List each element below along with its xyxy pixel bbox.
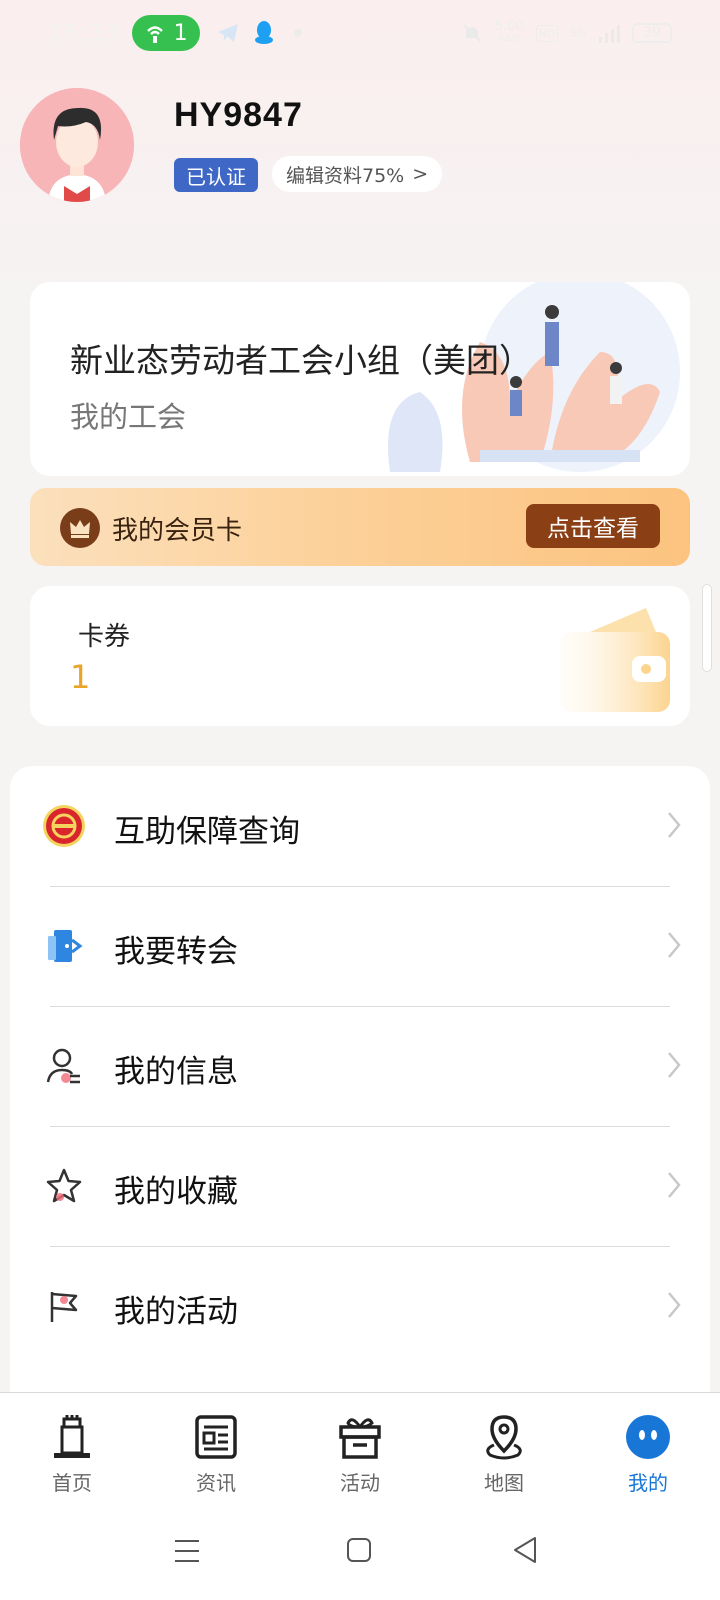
avatar[interactable]	[20, 88, 134, 202]
union-card[interactable]: 新业态劳动者工会小组（美团） 我的工会	[30, 282, 690, 476]
hotspot-icon	[146, 26, 163, 43]
menu-item-my-info[interactable]: 我的信息	[10, 1006, 710, 1127]
nav-item-map[interactable]: 地图	[444, 1393, 564, 1503]
star-icon	[46, 1168, 82, 1203]
union-title: 新业态劳动者工会小组（美团）	[70, 341, 532, 380]
menu-item-mutual-aid[interactable]: 互助保障查询	[10, 766, 710, 887]
member-card-label: 我的会员卡	[112, 516, 243, 546]
view-member-card-button[interactable]: 点击查看	[526, 504, 660, 548]
notification-dot-icon	[293, 29, 302, 37]
profile-face-icon	[626, 1415, 670, 1459]
hotspot-indicator: 1	[131, 15, 200, 51]
nav-item-news[interactable]: 资讯	[156, 1393, 276, 1503]
hd-badge: HD	[535, 24, 559, 42]
wallet-icon	[560, 608, 670, 712]
chevron-right-icon	[668, 812, 681, 838]
nav-item-profile[interactable]: 我的	[588, 1393, 708, 1503]
back-button-icon[interactable]	[512, 1536, 538, 1564]
union-subtitle: 我的工会	[70, 400, 187, 434]
verified-badge: 已认证	[174, 158, 258, 192]
hotspot-count: 1	[173, 20, 188, 46]
map-pin-icon	[486, 1415, 522, 1460]
mute-bell-icon	[463, 24, 481, 42]
signal-label: 5G	[570, 26, 586, 40]
avatar-person-icon	[20, 88, 134, 202]
menu-item-my-activities[interactable]: 我的活动	[10, 1246, 710, 1367]
transfer-door-icon	[48, 930, 83, 962]
flag-icon	[50, 1292, 78, 1322]
chevron-right-icon	[668, 932, 681, 958]
signal-icon	[599, 25, 620, 43]
menu-item-favorites[interactable]: 我的收藏	[10, 1126, 710, 1247]
menu-item-transfer[interactable]: 我要转会	[10, 886, 710, 1007]
crown-icon	[60, 508, 100, 548]
status-right-group: 5.00 KB/S HD 5G 39	[461, 19, 672, 45]
bottom-navigation: 首页 资讯 活动 地图 我的	[0, 1392, 720, 1502]
chevron-right-icon	[668, 1172, 681, 1198]
username: HY9847	[174, 96, 303, 134]
menu-item-label: 我的收藏	[114, 1174, 238, 1210]
home-button-icon[interactable]	[346, 1537, 372, 1563]
nav-item-home[interactable]: 首页	[12, 1393, 132, 1503]
menu-item-label: 我的活动	[114, 1294, 238, 1330]
menu-item-label: 我的信息	[114, 1054, 238, 1090]
system-navigation-bar	[0, 1502, 720, 1600]
nav-label: 活动	[340, 1471, 380, 1495]
qq-icon	[254, 21, 273, 44]
gift-icon	[339, 1418, 381, 1459]
member-card-banner[interactable]: 我的会员卡 点击查看	[30, 488, 690, 566]
edit-profile-button[interactable]: 编辑资料75% >	[272, 156, 443, 192]
news-icon	[195, 1415, 237, 1459]
union-emblem-icon	[43, 805, 85, 847]
menu-item-label: 我要转会	[114, 934, 238, 970]
scrollbar-thumb[interactable]	[702, 584, 712, 672]
coupon-card[interactable]: 卡券 1	[30, 586, 690, 726]
battery-indicator: 39	[632, 23, 672, 43]
edit-profile-label: 编辑资料75%	[286, 164, 405, 187]
home-tower-icon	[54, 1415, 90, 1458]
nav-label: 首页	[52, 1471, 92, 1495]
menu-card: 互助保障查询 我要转会 我的信息 我的收藏 我的活动	[10, 766, 710, 1416]
person-icon	[46, 1048, 80, 1084]
menu-item-label: 互助保障查询	[114, 814, 300, 850]
telegram-icon	[217, 24, 238, 42]
status-bar: 16:33 1 5.00 KB/S HD 5G 39	[0, 0, 720, 66]
chevron-right-icon: >	[412, 163, 429, 185]
network-speed: 5.00 KB/S	[494, 19, 524, 44]
menu-icon[interactable]	[174, 1538, 200, 1564]
chevron-right-icon	[668, 1292, 681, 1318]
coupon-label: 卡券	[78, 622, 131, 652]
nav-label: 地图	[484, 1471, 524, 1495]
coupon-count: 1	[70, 658, 91, 696]
nav-label: 资讯	[196, 1471, 236, 1495]
nav-label: 我的	[628, 1471, 668, 1495]
chevron-right-icon	[668, 1052, 681, 1078]
status-time: 16:33	[48, 19, 120, 47]
nav-item-activities[interactable]: 活动	[300, 1393, 420, 1503]
